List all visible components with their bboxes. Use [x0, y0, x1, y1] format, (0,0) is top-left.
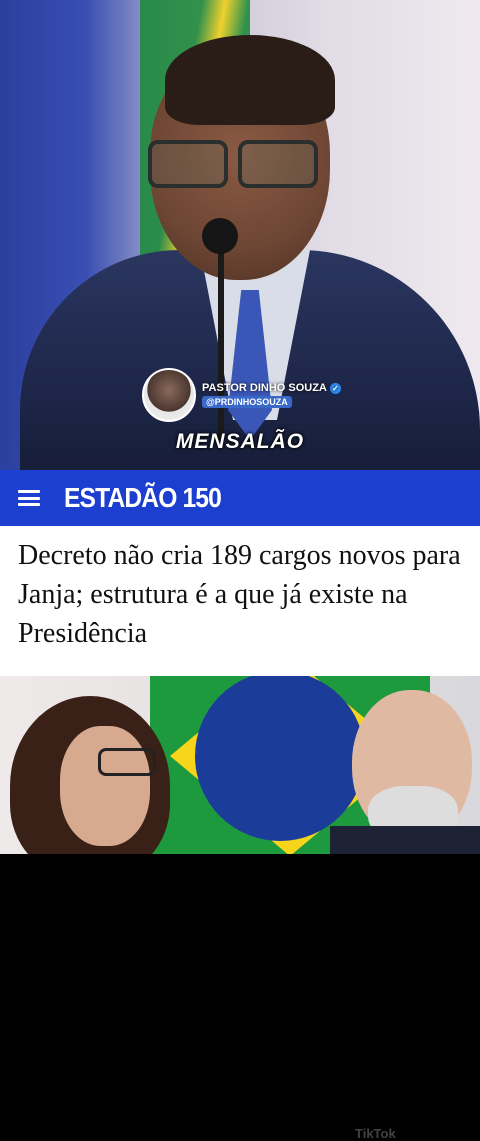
woman-glasses	[98, 748, 156, 776]
flag-globe	[195, 676, 365, 841]
microphone-icon	[202, 218, 238, 254]
news-header: ESTADÃO 150	[0, 470, 480, 526]
video-caption: MENSALÃO	[175, 430, 305, 453]
channel-avatar[interactable]	[142, 368, 196, 422]
verified-check-icon: ✓	[329, 382, 341, 394]
channel-info: PASTOR DINHO SOUZA ✓ @PRDINHOSOUZA	[202, 382, 341, 408]
channel-badge[interactable]: PASTOR DINHO SOUZA ✓ @PRDINHOSOUZA	[142, 368, 341, 422]
channel-name: PASTOR DINHO SOUZA ✓	[202, 382, 341, 394]
hamburger-menu-icon[interactable]	[18, 490, 40, 506]
tiktok-watermark: TikTok	[355, 1126, 396, 1141]
video-frame[interactable]: PASTOR DINHO SOUZA ✓ @PRDINHOSOUZA MENSA…	[0, 0, 480, 482]
man-suit	[330, 826, 480, 854]
estadao-logo[interactable]: ESTADÃO 150	[64, 482, 222, 514]
woman-face	[60, 726, 150, 846]
speaker-hair	[165, 35, 335, 125]
article-photo	[0, 676, 480, 854]
channel-name-text: PASTOR DINHO SOUZA	[202, 382, 327, 394]
article-headline[interactable]: Decreto não cria 189 cargos novos para J…	[18, 536, 466, 653]
speaker-glasses	[148, 140, 318, 188]
channel-handle: @PRDINHOSOUZA	[202, 396, 292, 408]
article-card[interactable]: Decreto não cria 189 cargos novos para J…	[0, 526, 480, 1141]
